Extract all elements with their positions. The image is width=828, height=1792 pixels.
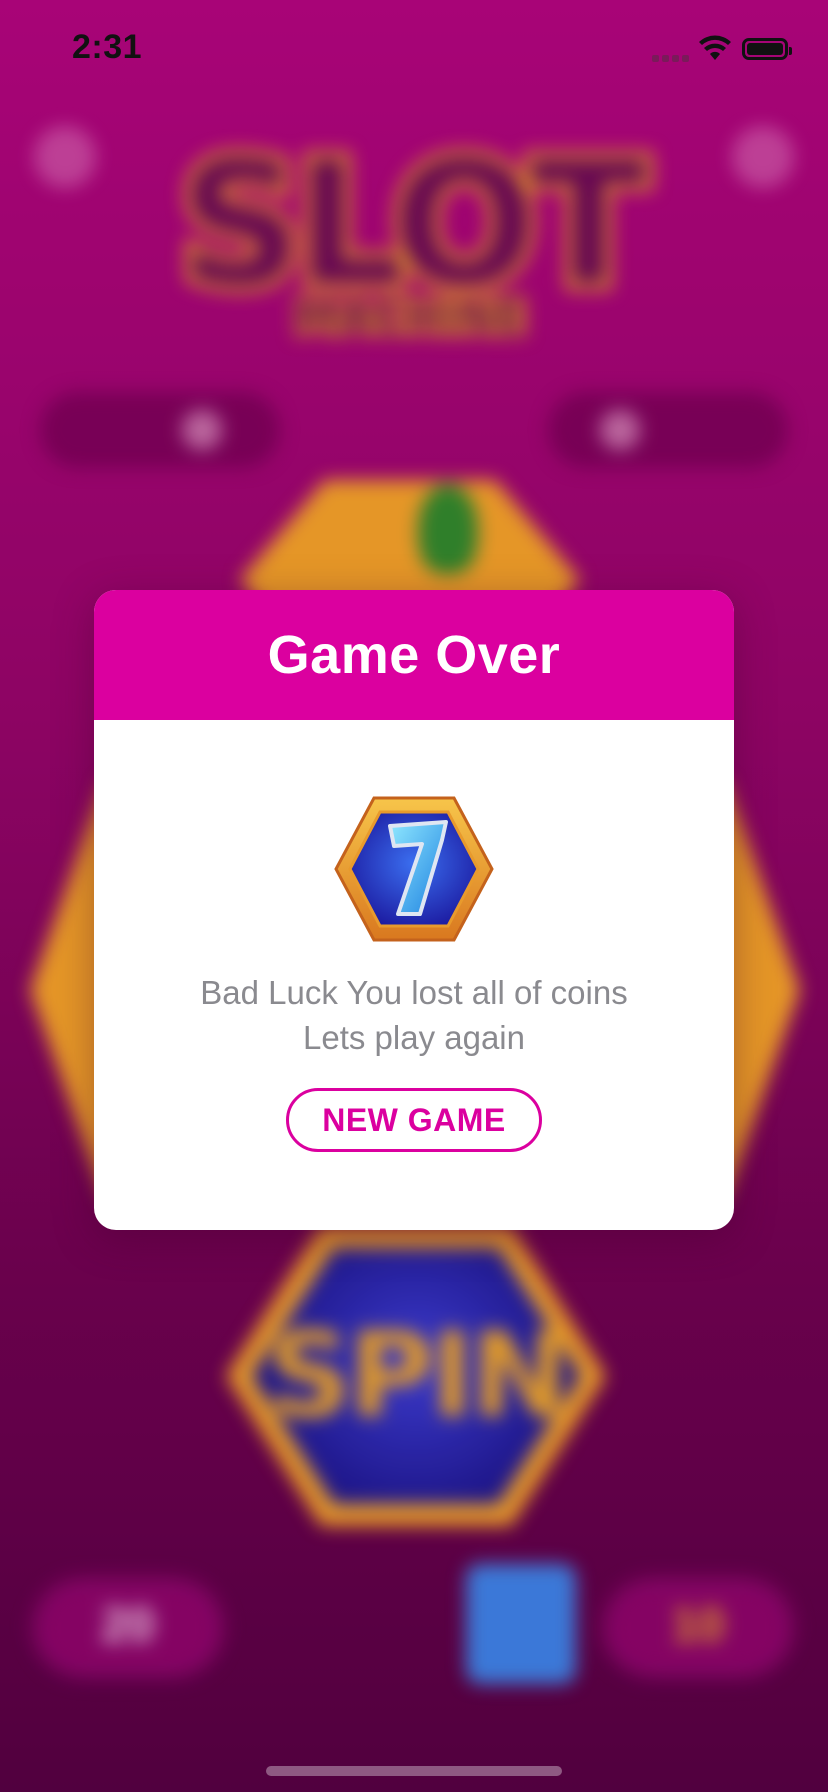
status-time: 2:31 xyxy=(72,28,143,66)
wifi-icon xyxy=(699,35,731,60)
message-line-2: Lets play again xyxy=(303,1019,525,1056)
dialog-title: Game Over xyxy=(267,625,561,685)
battery-icon xyxy=(742,38,792,60)
dialog-header: Game Over xyxy=(94,590,734,720)
cellular-signal-icon xyxy=(652,52,690,62)
new-game-button[interactable]: NEW GAME xyxy=(286,1088,542,1152)
message-line-1: Bad Luck You lost all of coins xyxy=(200,974,628,1011)
dialog-message: Bad Luck You lost all of coins Lets play… xyxy=(94,970,734,1060)
game-over-dialog: Game Over Bad Luck You lost all of coins… xyxy=(94,590,734,1230)
lucky-seven-icon xyxy=(334,796,494,942)
status-bar: 2:31 xyxy=(0,0,828,100)
home-indicator xyxy=(266,1766,562,1776)
